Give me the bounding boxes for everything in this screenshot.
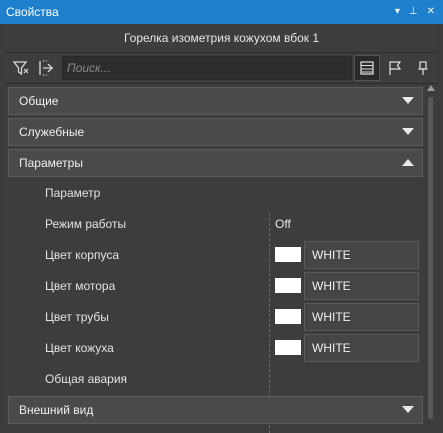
property-row-header: Параметр (8, 177, 423, 208)
motor-color-swatch[interactable] (275, 278, 301, 293)
filter-icon (12, 61, 29, 76)
section-parameters-label: Параметры (19, 156, 83, 170)
pin-icon (418, 61, 428, 75)
property-list: Общие Служебные Параметры Параметр Режим… (5, 85, 438, 433)
pipe-color-field[interactable]: WHITE (304, 302, 419, 331)
property-row-pipe-color[interactable]: Цвет трубы WHITE (8, 301, 423, 332)
filter-button[interactable] (8, 55, 34, 81)
pin-window-icon[interactable]: ⊥ (409, 7, 418, 17)
list-view-icon (360, 61, 374, 75)
close-window-icon[interactable]: ✕ (427, 7, 435, 17)
collapse-all-button[interactable] (34, 55, 60, 81)
property-row-body-color[interactable]: Цвет корпуса WHITE (8, 239, 423, 270)
section-appearance[interactable]: Внешний вид (8, 396, 423, 424)
chevron-up-icon (402, 159, 414, 166)
chevron-down-icon (402, 128, 414, 135)
properties-toolbar (5, 53, 438, 84)
property-label: Общая авария (45, 371, 128, 386)
property-row-motor-color[interactable]: Цвет мотора WHITE (8, 270, 423, 301)
mode-value[interactable]: Off (275, 217, 291, 231)
scroll-thumb[interactable] (428, 97, 433, 419)
collapse-icon (39, 60, 53, 76)
events-button[interactable] (382, 55, 408, 81)
body-color-swatch[interactable] (275, 247, 301, 262)
property-label: Параметр (45, 185, 101, 200)
body-color-field[interactable]: WHITE (304, 240, 419, 269)
casing-color-swatch[interactable] (275, 340, 301, 355)
chevron-down-icon (402, 406, 414, 413)
motor-color-field[interactable]: WHITE (304, 271, 419, 300)
property-label: Режим работы (45, 216, 127, 231)
window-titlebar: Свойства ▾ ⊥ ✕ (0, 0, 443, 24)
window-menu-icon[interactable]: ▾ (395, 7, 400, 17)
pin-button[interactable] (410, 55, 436, 81)
pipe-color-swatch[interactable] (275, 309, 301, 324)
property-label: Цвет мотора (45, 278, 116, 293)
casing-color-field[interactable]: WHITE (304, 333, 419, 362)
property-row-mode[interactable]: Режим работы Off (8, 208, 423, 239)
scroll-up-icon[interactable] (427, 85, 435, 91)
properties-panel: Горелка изометрия кожухом вбок 1 Поиск..… (5, 24, 438, 433)
window-title: Свойства (6, 5, 59, 19)
vertical-scrollbar[interactable] (425, 82, 436, 419)
search-input[interactable] (62, 56, 352, 80)
section-parameters[interactable]: Параметры (8, 149, 423, 177)
property-label: Цвет корпуса (45, 247, 119, 262)
property-row-casing-color[interactable]: Цвет кожуха WHITE (8, 332, 423, 363)
flag-icon (389, 61, 402, 75)
property-row-alarm[interactable]: Общая авария (8, 363, 423, 394)
chevron-down-icon (402, 97, 414, 104)
section-service-label: Служебные (19, 125, 85, 139)
object-title: Горелка изометрия кожухом вбок 1 (5, 24, 438, 53)
section-general-label: Общие (19, 94, 59, 108)
property-label: Цвет трубы (45, 309, 109, 324)
section-general[interactable]: Общие (8, 87, 423, 115)
section-service[interactable]: Служебные (8, 118, 423, 146)
list-view-button[interactable] (354, 55, 380, 81)
property-label: Цвет кожуха (45, 340, 114, 355)
section-appearance-label: Внешний вид (19, 403, 94, 417)
